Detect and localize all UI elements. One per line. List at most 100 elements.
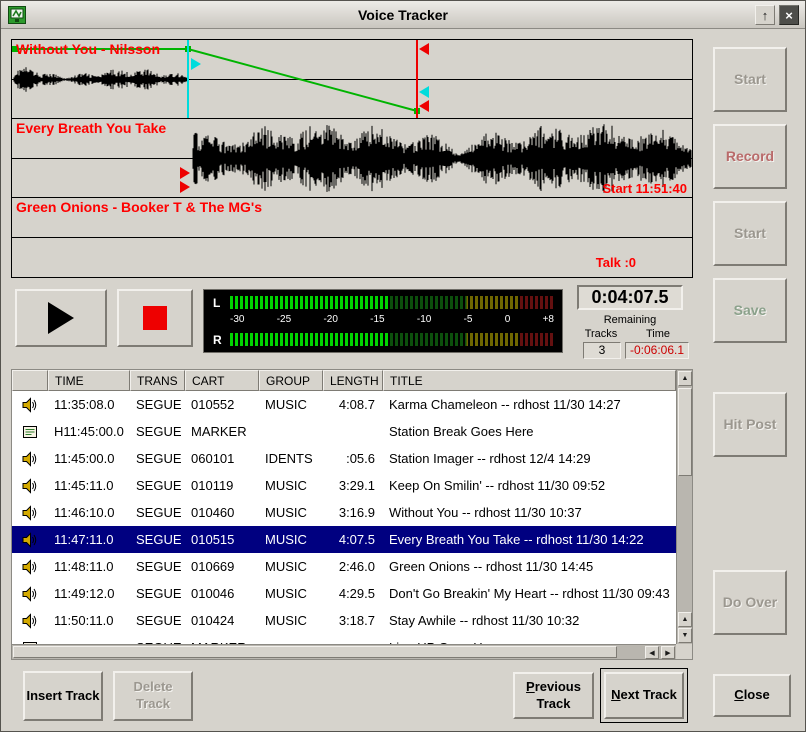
row-length: 3:16.9 [323, 505, 383, 520]
row-cart: MARKER [185, 424, 259, 439]
row-cart: 010669 [185, 559, 259, 574]
start-next-button[interactable]: Start [713, 201, 787, 266]
scroll-left-button[interactable]: ◀ [645, 646, 659, 659]
row-title: Keep On Smilin' -- rdhost 11/30 09:52 [383, 478, 676, 493]
header-time: TIME [48, 370, 130, 391]
scale-tick: -5 [464, 314, 473, 325]
row-time: H11:45:00.0 [48, 424, 130, 439]
scroll-right-button[interactable]: ▶ [661, 646, 675, 659]
up-arrow-icon: ▲ [682, 616, 689, 623]
table-row[interactable]: 11:46:10.0 SEGUE 010460 MUSIC 3:16.9 Wit… [12, 499, 676, 526]
row-title: Don't Go Breakin' My Heart -- rdhost 11/… [383, 586, 676, 601]
row-trans: SEGUE [130, 532, 185, 547]
table-row[interactable]: 11:50:11.0 SEGUE 010424 MUSIC 3:18.7 Sta… [12, 607, 676, 634]
row-length: 3:29.1 [323, 478, 383, 493]
row-trans: SEGUE [130, 613, 185, 628]
log-table: TIME TRANS CART GROUP LENGTH TITLE 11:35… [11, 369, 693, 660]
scrollbar-corner [676, 644, 692, 659]
start-segue-button[interactable]: Start [713, 47, 787, 112]
horizontal-scroll-thumb[interactable] [13, 646, 617, 658]
scale-tick: -20 [323, 314, 337, 325]
table-horizontal-scrollbar[interactable]: ◀ ▶ [12, 644, 676, 659]
track2-start-time-label: Start 11:51:40 [602, 181, 687, 196]
remaining-time-label: Time [631, 328, 685, 340]
track-panel-3[interactable]: Green Onions - Booker T & The MG's Talk … [12, 198, 692, 277]
scroll-up-button[interactable]: ▲ [678, 371, 692, 386]
shade-glyph: ↑ [762, 8, 769, 23]
row-group: MUSIC [259, 478, 323, 493]
row-group: MUSIC [259, 532, 323, 547]
row-group: MUSIC [259, 559, 323, 574]
scroll-up-button-lower[interactable]: ▲ [678, 612, 692, 627]
scale-tick: -10 [417, 314, 431, 325]
hit-post-button[interactable]: Hit Post [713, 392, 787, 457]
row-group: MUSIC [259, 613, 323, 628]
row-group: IDENTS [259, 451, 323, 466]
header-icon-column [12, 370, 48, 391]
row-trans: SEGUE [130, 559, 185, 574]
play-button[interactable] [15, 289, 107, 347]
row-time: 11:45:11.0 [48, 478, 130, 493]
previous-track-button[interactable]: Previous Track [513, 672, 594, 719]
vertical-scroll-thumb[interactable] [678, 388, 692, 476]
table-row[interactable]: 11:47:11.0 SEGUE 010515 MUSIC 4:07.5 Eve… [12, 526, 676, 553]
row-cart: 060101 [185, 451, 259, 466]
delete-track-button[interactable]: Delete Track [113, 671, 193, 721]
remaining-tracks-label: Tracks [579, 328, 623, 340]
titlebar[interactable]: Voice Tracker ↑ × [1, 1, 805, 29]
row-length: :05.6 [323, 451, 383, 466]
scale-tick: -30 [230, 314, 244, 325]
scale-tick: +8 [543, 314, 554, 325]
table-row[interactable]: 11:49:12.0 SEGUE 010046 MUSIC 4:29.5 Don… [12, 580, 676, 607]
next-track-button[interactable]: Next Track [604, 672, 684, 719]
track-panel-2[interactable]: Every Breath You Take Start 11:51:40 [12, 119, 692, 198]
shade-window-icon[interactable]: ↑ [755, 5, 775, 25]
remaining-time-value: -0:06:06.1 [625, 342, 689, 359]
row-title: Without You -- rdhost 11/30 10:37 [383, 505, 676, 520]
table-row[interactable]: 11:45:00.0 SEGUE 060101 IDENTS :05.6 Sta… [12, 445, 676, 472]
table-row[interactable]: 11:45:11.0 SEGUE 010119 MUSIC 3:29.1 Kee… [12, 472, 676, 499]
insert-track-button[interactable]: Insert Track [23, 671, 103, 721]
zero-line-3 [12, 237, 692, 238]
row-type-icon [12, 397, 48, 413]
row-type-icon [12, 451, 48, 467]
save-button[interactable]: Save [713, 278, 787, 343]
row-length: 4:08.7 [323, 397, 383, 412]
close-window-icon[interactable]: × [779, 5, 799, 25]
row-group: MUSIC [259, 586, 323, 601]
do-over-button[interactable]: Do Over [713, 570, 787, 635]
row-time: 11:35:08.0 [48, 397, 130, 412]
right-arrow-icon: ▶ [665, 649, 670, 657]
scale-tick: 0 [505, 314, 511, 325]
row-title: Karma Chameleon -- rdhost 11/30 14:27 [383, 397, 676, 412]
header-length: LENGTH [323, 370, 383, 391]
log-body: 11:35:08.0 SEGUE 010552 MUSIC 4:08.7 Kar… [12, 391, 676, 644]
row-group: MUSIC [259, 397, 323, 412]
row-group: MUSIC [259, 505, 323, 520]
record-button[interactable]: Record [713, 124, 787, 189]
table-vertical-scrollbar[interactable]: ▲ ▲ ▼ [676, 370, 692, 644]
row-time: 11:47:11.0 [48, 532, 130, 547]
table-row[interactable]: H11:45:00.0 SEGUE MARKER Station Break G… [12, 418, 676, 445]
down-arrow-icon: ▼ [682, 632, 689, 639]
row-length: 3:18.7 [323, 613, 383, 628]
scroll-down-button[interactable]: ▼ [678, 628, 692, 643]
track1-title: Without You - Nilsson [16, 41, 160, 57]
row-cart: 010460 [185, 505, 259, 520]
row-trans: SEGUE [130, 397, 185, 412]
row-type-icon [12, 559, 48, 575]
remaining-tracks-value: 3 [583, 342, 621, 359]
stop-button[interactable] [117, 289, 193, 347]
table-row[interactable]: 11:48:11.0 SEGUE 010669 MUSIC 2:46.0 Gre… [12, 553, 676, 580]
table-row[interactable]: SEGUE MARKER Line UP Goes Here [12, 634, 676, 644]
up-arrow-icon: ▲ [682, 375, 689, 382]
row-length: 4:29.5 [323, 586, 383, 601]
table-row[interactable]: 11:35:08.0 SEGUE 010552 MUSIC 4:08.7 Kar… [12, 391, 676, 418]
remaining-label: Remaining [577, 314, 683, 326]
close-glyph: × [785, 8, 793, 23]
close-button[interactable]: Close [713, 674, 791, 717]
row-cart: 010552 [185, 397, 259, 412]
play-icon [48, 302, 74, 334]
track-panel-1[interactable]: Without You - Nilsson [12, 40, 692, 119]
window-title: Voice Tracker [1, 7, 805, 23]
